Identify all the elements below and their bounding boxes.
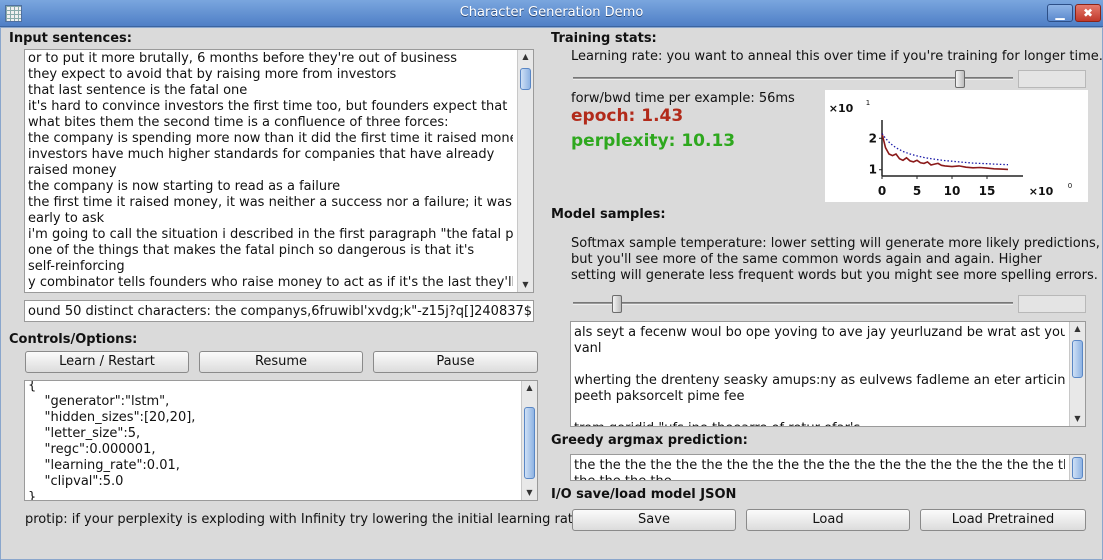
- input-sentences-textarea[interactable]: or to put it more brutally, 6 months bef…: [24, 49, 534, 293]
- scroll-down-icon[interactable]: ▼: [518, 278, 533, 292]
- options-json-textarea[interactable]: { "generator":"lstm", "hidden_sizes":[20…: [24, 380, 538, 501]
- input-sentence-line: investors have much higher standards for…: [28, 147, 495, 162]
- options-json-line: "letter_size":5,: [28, 426, 141, 441]
- io-title: I/O save/load model JSON: [551, 487, 737, 502]
- input-sentence-line: raised money: [28, 163, 117, 178]
- characters-info-field[interactable]: ound 50 distinct characters: the company…: [24, 300, 534, 322]
- chart-y-tick-label: 1: [869, 163, 877, 177]
- model-sample-line: [574, 405, 1065, 421]
- perplexity-chart-svg: 0 5 10 15 1 2 ×10 1 ×10 0: [829, 99, 1073, 198]
- window-title: Character Generation Demo: [459, 5, 644, 20]
- load-button[interactable]: Load: [746, 509, 910, 531]
- model-samples-title: Model samples:: [551, 207, 666, 222]
- chart-x-multiplier: ×10: [1029, 185, 1054, 198]
- close-button[interactable]: ✖: [1075, 4, 1101, 22]
- scroll-thumb[interactable]: [1072, 457, 1083, 479]
- chart-x-tick-label: 15: [979, 184, 996, 198]
- scroll-thumb[interactable]: [524, 407, 535, 479]
- model-samples-scrollbar[interactable]: ▲ ▼: [1069, 322, 1085, 426]
- input-sentences-content: or to put it more brutally, 6 months bef…: [28, 51, 513, 291]
- model-sample-line: trom goridid "ufs ine thoearre of retur …: [574, 421, 1065, 426]
- learning-rate-label: Learning rate: you want to anneal this o…: [571, 49, 1103, 64]
- options-json-line: "clipval":5.0: [28, 474, 124, 489]
- greedy-prediction-textarea[interactable]: the the the the the the the the the the …: [570, 454, 1086, 481]
- options-json-line: }: [28, 490, 37, 501]
- options-json-line: "hidden_sizes":[20,20],: [28, 410, 196, 425]
- model-sample-line: als seyt a fecenw woul bo ope yoving to …: [574, 325, 1065, 340]
- input-sentence-line: y combinator tells founders who raise mo…: [28, 275, 513, 290]
- input-sentence-line: or to put it more brutally, 6 months bef…: [28, 51, 458, 66]
- training-stats-title: Training stats:: [551, 31, 657, 46]
- model-samples-textarea[interactable]: als seyt a fecenw woul bo ope yoving to …: [570, 321, 1086, 427]
- input-sentences-scrollbar[interactable]: ▲ ▼: [517, 50, 533, 292]
- input-sentence-line: what bites them the second time is a con…: [28, 115, 449, 130]
- epoch-value: epoch: 1.43: [571, 106, 684, 126]
- input-sentence-line: that last sentence is the fatal one: [28, 83, 248, 98]
- load-pretrained-button[interactable]: Load Pretrained: [920, 509, 1086, 531]
- model-samples-content: als seyt a fecenw woul bo ope yoving to …: [574, 325, 1065, 426]
- input-sentence-line: early to ask: [28, 211, 105, 226]
- temperature-slider-thumb[interactable]: [612, 295, 622, 313]
- model-sample-line: vanl: [574, 341, 602, 356]
- chart-x-tick-label: 5: [913, 184, 921, 198]
- perplexity-value: perplexity: 10.13: [571, 131, 736, 151]
- title-bar: Character Generation Demo ▁ ✖: [0, 0, 1103, 27]
- characters-info-text: ound 50 distinct characters: the company…: [28, 304, 534, 319]
- scroll-up-icon[interactable]: ▲: [518, 50, 533, 64]
- input-sentence-line: self-reinforcing: [28, 259, 125, 274]
- greedy-prediction-line: the the the the: [574, 474, 1065, 480]
- pause-button[interactable]: Pause: [373, 351, 538, 373]
- greedy-prediction-title: Greedy argmax prediction:: [551, 433, 748, 448]
- options-json-line: "regc":0.000001,: [28, 442, 156, 457]
- options-json-line: {: [28, 380, 37, 393]
- minimize-button[interactable]: ▁: [1047, 4, 1073, 22]
- chart-x-exponent: 0: [1068, 182, 1072, 190]
- temperature-label-line-2: but you'll see more of the same common w…: [571, 252, 1042, 267]
- scroll-up-icon[interactable]: ▲: [1070, 322, 1085, 336]
- input-sentences-title: Input sentences:: [9, 31, 132, 46]
- options-json-line: "learning_rate":0.01,: [28, 458, 180, 473]
- controls-options-title: Controls/Options:: [9, 332, 138, 347]
- forward-backward-time: forw/bwd time per example: 56ms: [571, 91, 795, 106]
- chart-x-tick-label: 0: [878, 184, 886, 198]
- temperature-slider-track[interactable]: [573, 302, 1013, 305]
- scroll-thumb[interactable]: [1072, 340, 1083, 378]
- input-sentence-line: it's hard to convince investors the firs…: [28, 99, 508, 114]
- model-sample-line: [574, 357, 1065, 373]
- scroll-thumb[interactable]: [520, 68, 531, 90]
- learning-rate-slider-box: [1018, 70, 1086, 88]
- scroll-down-icon[interactable]: ▼: [522, 486, 537, 500]
- model-sample-line: peeth paksorcelt pime fee: [574, 389, 745, 404]
- learning-rate-slider-track[interactable]: [573, 77, 1013, 80]
- save-button[interactable]: Save: [572, 509, 736, 531]
- model-sample-line: wherting the drenteny seasky amups:ny as…: [574, 373, 1065, 388]
- temperature-slider-box: [1018, 295, 1086, 313]
- chart-x-tick-label: 10: [944, 184, 961, 198]
- input-sentence-line: they expect to avoid that by raising mor…: [28, 67, 397, 82]
- chart-y-tick-label: 2: [869, 131, 877, 145]
- greedy-prediction-line: the the the the the the the the the the …: [574, 458, 1065, 473]
- options-json-scrollbar[interactable]: ▲ ▼: [521, 381, 537, 500]
- input-sentence-line: one of the things that makes the fatal p…: [28, 243, 475, 258]
- learn-restart-button[interactable]: Learn / Restart: [25, 351, 189, 373]
- resume-button[interactable]: Resume: [199, 351, 363, 373]
- greedy-prediction-scrollbar[interactable]: [1069, 455, 1085, 480]
- chart-y-exponent: 1: [866, 99, 870, 107]
- scroll-down-icon[interactable]: ▼: [1070, 412, 1085, 426]
- input-sentence-line: i'm going to call the situation i descri…: [28, 227, 513, 242]
- scroll-up-icon[interactable]: ▲: [522, 381, 537, 395]
- chart-y-multiplier: ×10: [829, 102, 854, 115]
- temperature-label-line-3: setting will generate less frequent word…: [571, 268, 1098, 283]
- input-sentence-line: the first time it raised money, it was n…: [28, 195, 513, 210]
- protip-text: protip: if your perplexity is exploding …: [25, 512, 581, 527]
- greedy-prediction-content: the the the the the the the the the the …: [574, 458, 1065, 480]
- options-json-line: "generator":"lstm",: [28, 394, 170, 409]
- learning-rate-slider-thumb[interactable]: [955, 70, 966, 88]
- temperature-label-line-1: Softmax sample temperature: lower settin…: [571, 236, 1100, 251]
- options-json-content: { "generator":"lstm", "hidden_sizes":[20…: [28, 380, 517, 501]
- input-sentence-line: the company is now starting to read as a…: [28, 179, 341, 194]
- chart-series-line-0: [881, 133, 1009, 171]
- input-sentence-line: the company is spending more now than it…: [28, 131, 513, 146]
- perplexity-chart: 0 5 10 15 1 2 ×10 1 ×10 0: [825, 90, 1088, 202]
